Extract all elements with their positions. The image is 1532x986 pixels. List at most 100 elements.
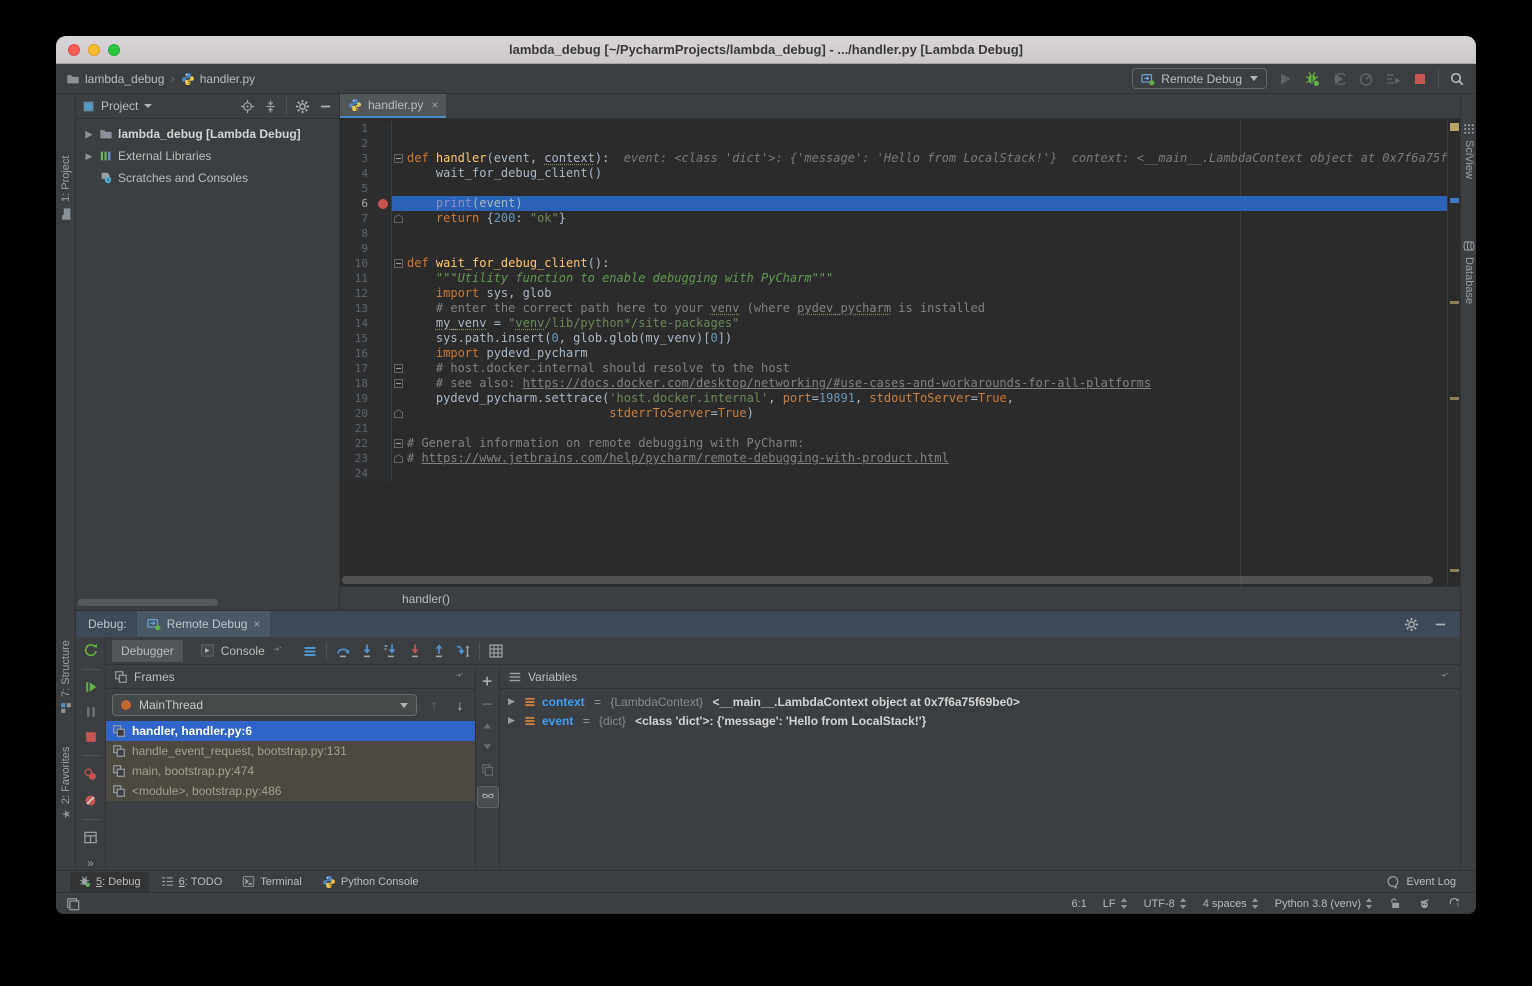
breakpoint-gutter[interactable]	[374, 361, 392, 376]
remove-watch-button[interactable]	[481, 698, 495, 712]
breakpoint-gutter[interactable]	[374, 226, 392, 241]
step-into-my-code-button[interactable]	[383, 643, 399, 659]
breakpoint-gutter[interactable]	[374, 391, 392, 406]
editor-tab-handler[interactable]: handler.py ×	[340, 94, 446, 118]
force-step-into-button[interactable]	[407, 643, 423, 659]
debug-settings-gear-icon[interactable]	[1404, 617, 1419, 632]
next-frame-button[interactable]: ↓	[451, 697, 469, 713]
close-session-icon[interactable]: ×	[253, 617, 260, 631]
step-out-button[interactable]	[431, 643, 447, 659]
stop-button[interactable]	[1411, 70, 1429, 88]
fold-marker[interactable]	[392, 406, 405, 421]
fold-marker[interactable]	[392, 451, 405, 466]
breakpoint-dot[interactable]	[378, 199, 388, 209]
breakpoint-gutter[interactable]	[374, 211, 392, 226]
collapse-all-button[interactable]	[263, 99, 278, 114]
breakpoint-gutter[interactable]	[374, 256, 392, 271]
breakpoint-gutter[interactable]	[374, 466, 392, 481]
menu-icon[interactable]	[508, 670, 522, 684]
view-breakpoints-button[interactable]	[83, 767, 98, 782]
step-into-button[interactable]	[359, 643, 375, 659]
profiler-button[interactable]	[1357, 70, 1375, 88]
toolwindow-switcher-icon[interactable]	[66, 897, 80, 911]
run-configuration-select[interactable]: Remote Debug	[1132, 68, 1267, 89]
restore-layout-button[interactable]	[83, 830, 98, 845]
status-item-python-3-8--venv-[interactable]: Python 3.8 (venv)	[1275, 898, 1373, 910]
stripe-tab-favorites[interactable]: ★ 2: Favorites	[56, 719, 76, 819]
breakpoint-gutter[interactable]	[374, 406, 392, 421]
run-to-cursor-button[interactable]	[455, 643, 471, 659]
tree-item[interactable]: ▶External Libraries	[76, 145, 339, 167]
breakpoint-gutter[interactable]	[374, 196, 392, 211]
stack-frame-row[interactable]: <module>, bootstrap.py:486	[106, 781, 475, 801]
event-log-button[interactable]: Event Log	[1386, 875, 1462, 889]
breakpoint-gutter[interactable]	[374, 151, 392, 166]
variables-list[interactable]: ▶context = {LambdaContext} <__main__.Lam…	[500, 689, 1460, 730]
lock-icon[interactable]	[1389, 897, 1402, 910]
chevron-down-icon[interactable]	[144, 104, 152, 108]
tab-console[interactable]: Console	[191, 640, 294, 662]
breakpoint-gutter[interactable]	[374, 136, 392, 151]
mute-breakpoints-button[interactable]	[83, 793, 98, 808]
breakpoint-gutter[interactable]	[374, 166, 392, 181]
stripe-tab-sciview[interactable]: SciView	[1459, 123, 1476, 197]
update-info-icon[interactable]: ?	[1447, 897, 1462, 910]
add-watch-button[interactable]	[481, 675, 495, 689]
stack-frame-row[interactable]: handler, handler.py:6	[106, 721, 475, 741]
stripe-tab-project[interactable]: 1: Project	[56, 131, 76, 221]
frame-list[interactable]: handler, handler.py:6handle_event_reques…	[106, 721, 475, 801]
tab-debugger[interactable]: Debugger	[112, 640, 183, 662]
breakpoint-gutter[interactable]	[374, 451, 392, 466]
step-over-button[interactable]	[335, 643, 351, 659]
breakpoint-gutter[interactable]	[374, 421, 392, 436]
fold-marker[interactable]	[392, 151, 405, 166]
breakpoint-gutter[interactable]	[374, 316, 392, 331]
tree-item[interactable]: Scratches and Consoles	[76, 167, 339, 189]
pause-button[interactable]	[84, 705, 98, 719]
debug-session-tab[interactable]: Remote Debug ×	[137, 611, 271, 637]
stripe-tab-structure[interactable]: 7: Structure	[56, 614, 76, 714]
variable-row[interactable]: ▶event = {dict} <class 'dict'>: {'messag…	[500, 711, 1460, 730]
fold-marker[interactable]	[392, 211, 405, 226]
move-watch-up-button[interactable]	[481, 721, 495, 733]
show-watches-toggle[interactable]	[477, 786, 499, 808]
tree-item[interactable]: ▶lambda_debug [Lambda Debug]	[76, 123, 339, 145]
code-area[interactable]: 123def handler(event, context): event: <…	[340, 119, 1460, 586]
hide-toolwindow-button[interactable]	[318, 99, 333, 114]
breakpoint-gutter[interactable]	[374, 376, 392, 391]
resume-button[interactable]	[84, 680, 98, 694]
close-tab-icon[interactable]: ×	[431, 98, 438, 112]
breakpoint-gutter[interactable]	[374, 301, 392, 316]
breakpoint-gutter[interactable]	[374, 286, 392, 301]
status-item-utf-8[interactable]: UTF-8	[1144, 898, 1187, 910]
variable-row[interactable]: ▶context = {LambdaContext} <__main__.Lam…	[500, 692, 1460, 711]
project-tree[interactable]: ▶lambda_debug [Lambda Debug]▶External Li…	[76, 119, 339, 610]
expand-chevron-icon[interactable]: ▶	[84, 151, 94, 162]
breakpoint-gutter[interactable]	[374, 181, 392, 196]
status-item-lf[interactable]: LF	[1103, 898, 1128, 910]
highlighting-level-icon[interactable]	[1418, 897, 1431, 910]
breadcrumb-file[interactable]: handler.py	[181, 72, 255, 86]
search-everywhere-button[interactable]	[1448, 70, 1466, 88]
project-horizontal-scrollbar[interactable]	[78, 599, 218, 606]
select-opened-file-button[interactable]	[240, 99, 255, 114]
editor-horizontal-scrollbar[interactable]	[342, 576, 1444, 584]
breakpoint-gutter[interactable]	[374, 331, 392, 346]
status-item-4-spaces[interactable]: 4 spaces	[1203, 898, 1259, 910]
toolwindow-button-debug[interactable]: 5: Debug	[70, 872, 149, 892]
fold-marker[interactable]	[392, 376, 405, 391]
fold-marker[interactable]	[392, 436, 405, 451]
breakpoint-gutter[interactable]	[374, 346, 392, 361]
stack-frame-row[interactable]: main, bootstrap.py:474	[106, 761, 475, 781]
run-button[interactable]	[1276, 70, 1294, 88]
settings-gear-icon[interactable]	[295, 99, 310, 114]
stop-debug-button[interactable]	[84, 730, 98, 744]
dock-icon[interactable]	[453, 672, 467, 682]
duplicate-watch-button[interactable]	[481, 763, 495, 777]
expand-chevron-icon[interactable]: ▶	[84, 129, 94, 140]
layout-settings-icon[interactable]	[302, 643, 318, 659]
move-watch-down-button[interactable]	[481, 742, 495, 754]
editor-breadcrumb-bar[interactable]: handler()	[340, 586, 1460, 610]
dock-icon[interactable]	[1438, 672, 1452, 682]
expand-chevron-icon[interactable]: ▶	[508, 696, 518, 707]
